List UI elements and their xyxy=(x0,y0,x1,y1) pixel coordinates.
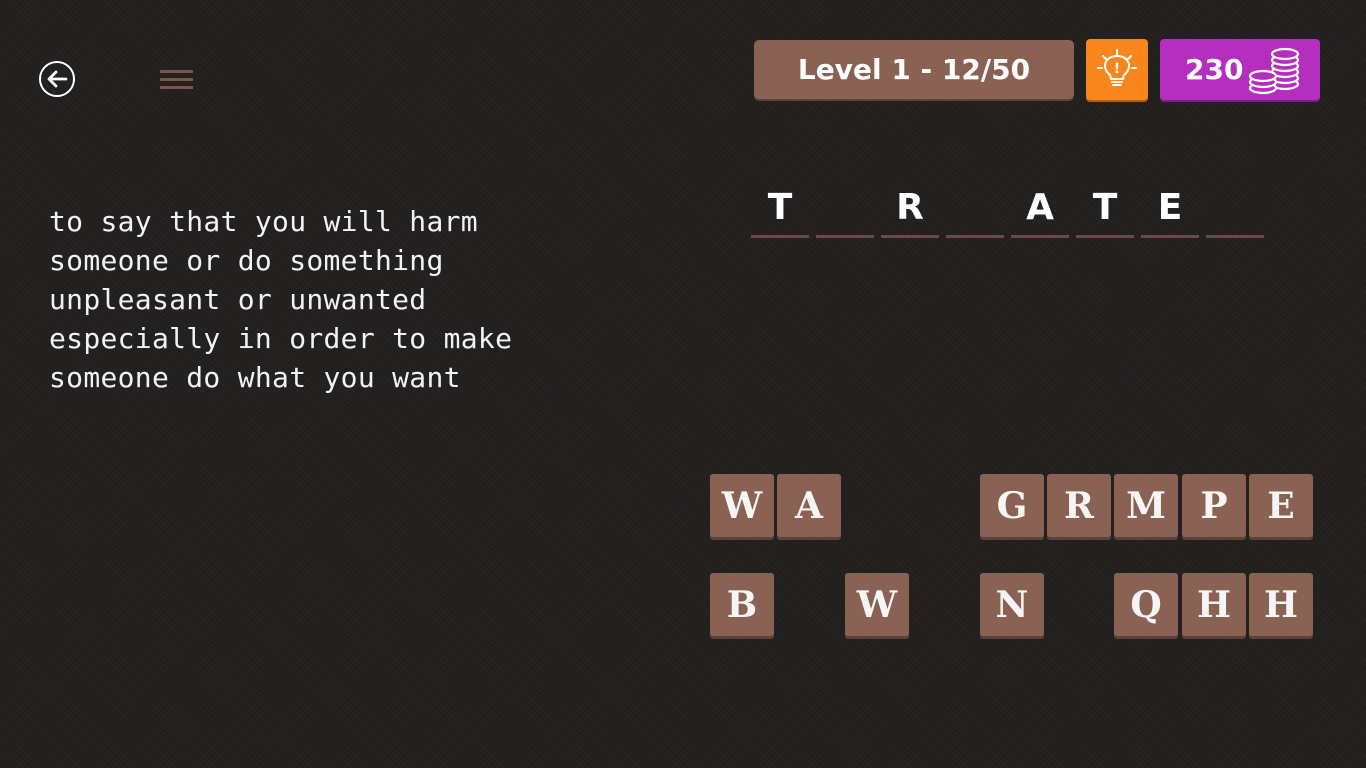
letter-tile[interactable]: Q xyxy=(1114,573,1178,636)
answer-slot[interactable]: T xyxy=(1076,186,1134,238)
level-indicator: Level 1 - 12/50 xyxy=(754,40,1074,99)
menu-button[interactable] xyxy=(160,70,194,92)
letter-tile[interactable]: G xyxy=(980,474,1044,537)
lightbulb-icon: ! xyxy=(1097,48,1137,86)
letter-tile[interactable]: H xyxy=(1182,573,1246,636)
answer-slot[interactable] xyxy=(816,186,874,238)
letter-tile[interactable]: B xyxy=(710,573,774,636)
letter-tile[interactable]: P xyxy=(1182,474,1246,537)
answer-slot[interactable]: A xyxy=(1011,186,1069,238)
clue-definition: to say that you will harm someone or do … xyxy=(49,202,629,397)
answer-slot[interactable]: R xyxy=(881,186,939,238)
letter-tile[interactable]: M xyxy=(1114,474,1178,537)
answer-slot[interactable]: T xyxy=(751,186,809,238)
letter-tile[interactable]: A xyxy=(777,474,841,537)
clue-line: someone or do something xyxy=(49,244,444,277)
coins-counter: 230 xyxy=(1160,39,1320,100)
letter-tile[interactable]: E xyxy=(1249,474,1313,537)
coin-stack-icon xyxy=(1249,47,1300,94)
coins-count: 230 xyxy=(1185,53,1244,86)
answer-slot[interactable] xyxy=(946,186,1004,238)
letter-tile[interactable]: W xyxy=(710,474,774,537)
clue-line: especially in order to make xyxy=(49,322,513,355)
letter-tile[interactable]: H xyxy=(1249,573,1313,636)
answer-slot[interactable] xyxy=(1206,186,1264,238)
hint-button[interactable]: ! xyxy=(1086,39,1148,100)
level-label: Level 1 - 12/50 xyxy=(797,53,1031,86)
svg-text:!: ! xyxy=(1114,61,1120,77)
letter-tile[interactable]: N xyxy=(980,573,1044,636)
answer-slot[interactable]: E xyxy=(1141,186,1199,238)
letter-tile[interactable]: R xyxy=(1047,474,1111,537)
clue-line: to say that you will harm xyxy=(49,205,478,238)
clue-line: unpleasant or unwanted xyxy=(49,283,427,316)
clue-line: someone do what you want xyxy=(49,361,461,394)
back-button[interactable] xyxy=(39,61,75,97)
hamburger-menu-icon xyxy=(160,70,193,73)
letter-tile[interactable]: W xyxy=(845,573,909,636)
arrow-left-circle-icon xyxy=(47,70,68,88)
